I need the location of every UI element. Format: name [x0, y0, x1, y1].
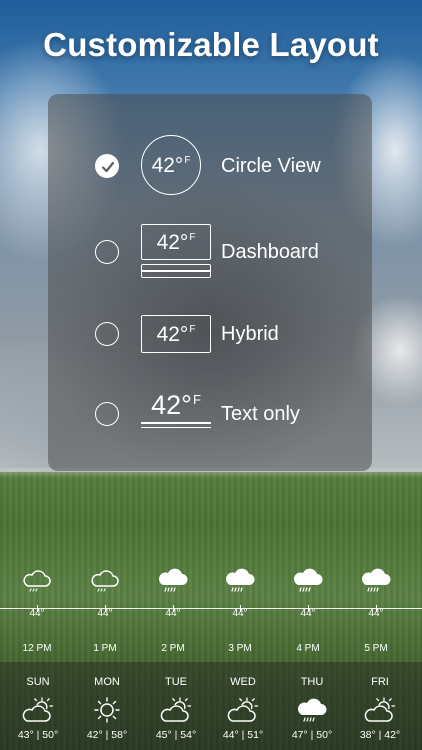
text-only-preview: 42°F [141, 392, 211, 429]
day-temp-range: 38° | 42° [359, 729, 401, 741]
timeline-tick [37, 605, 39, 612]
hourly-time: 1 PM [93, 643, 117, 654]
cloud-light-rain-icon [91, 570, 119, 592]
cloud-light-rain-icon [23, 570, 51, 592]
hybrid-preview: 42°F [141, 315, 211, 353]
layout-option-label: Hybrid [221, 323, 279, 345]
hourly-item: 44° 2 PM [148, 566, 198, 654]
layout-option-dashboard[interactable]: 42°F Dashboard [48, 222, 372, 282]
day-temp-range: 42° | 58° [86, 729, 128, 741]
radio-unselected[interactable] [95, 322, 119, 346]
layout-options-panel: 42°F Circle View 42°F Dashboard 42°F Hyb… [48, 94, 372, 471]
daily-item: THU 47° | 50° [282, 662, 342, 741]
layout-option-label: Dashboard [221, 241, 319, 263]
day-temp-range: 45° | 54° [155, 729, 197, 741]
day-name: SUN [26, 676, 50, 688]
timeline-tick [105, 605, 107, 612]
dashboard-preview: 42°F [141, 224, 211, 278]
cloud-rain-icon [294, 568, 323, 592]
radio-selected[interactable] [95, 154, 119, 178]
day-name: WED [230, 676, 256, 688]
daily-item: MON 42° | 58° [77, 662, 137, 741]
day-temp-range: 43° | 50° [17, 729, 59, 741]
partly-cloudy-icon [22, 697, 54, 722]
daily-item: SUN 43° | 50° [8, 662, 68, 741]
radio-unselected[interactable] [95, 402, 119, 426]
cloud-rain-icon [298, 698, 327, 722]
timeline-tick [376, 605, 378, 612]
cloud-rain-icon [226, 568, 255, 592]
day-temp-range: 47° | 50° [291, 729, 333, 741]
timeline-tick [173, 605, 175, 612]
layout-option-hybrid[interactable]: 42°F Hybrid [48, 304, 372, 364]
hourly-time: 3 PM [228, 643, 252, 654]
daily-item: FRI 38° | 42° [350, 662, 410, 741]
checkmark-icon [101, 161, 115, 173]
radio-unselected[interactable] [95, 240, 119, 264]
circle-view-preview: 42°F [141, 135, 201, 195]
day-temp-range: 44° | 51° [222, 729, 264, 741]
layout-option-circle-view[interactable]: 42°F Circle View [48, 135, 372, 196]
day-name: TUE [165, 676, 187, 688]
layout-option-label: Text only [221, 403, 300, 425]
partly-cloudy-icon [364, 697, 396, 722]
hourly-item: 44° 5 PM [351, 566, 401, 654]
daily-forecast: SUN 43° | 50° MON 42° | 58° TUE 45° | 54° WED 4… [0, 662, 422, 750]
cloud-rain-icon [159, 568, 188, 592]
hourly-time: 2 PM [161, 643, 185, 654]
partly-cloudy-icon [160, 697, 192, 722]
day-name: MON [94, 676, 120, 688]
layout-option-label: Circle View [221, 155, 321, 177]
sun-icon [94, 697, 120, 723]
hourly-time: 12 PM [22, 643, 52, 654]
partly-cloudy-icon [227, 697, 259, 722]
hourly-time: 5 PM [364, 643, 388, 654]
timeline-tick [308, 605, 310, 612]
hourly-item: 44° 1 PM [80, 566, 130, 654]
layout-option-text-only[interactable]: 42°F Text only [48, 384, 372, 444]
hourly-time: 4 PM [296, 643, 320, 654]
day-name: THU [300, 676, 324, 688]
day-name: FRI [371, 676, 389, 688]
hourly-item: 44° 12 PM [12, 566, 62, 654]
daily-item: TUE 45° | 54° [146, 662, 206, 741]
hourly-item: 44° 3 PM [215, 566, 265, 654]
hourly-item: 44° 4 PM [283, 566, 333, 654]
headline: Customizable Layout [43, 26, 379, 63]
cloud-rain-icon [362, 568, 391, 592]
timeline-tick [240, 605, 242, 612]
daily-item: WED 44° | 51° [213, 662, 273, 741]
